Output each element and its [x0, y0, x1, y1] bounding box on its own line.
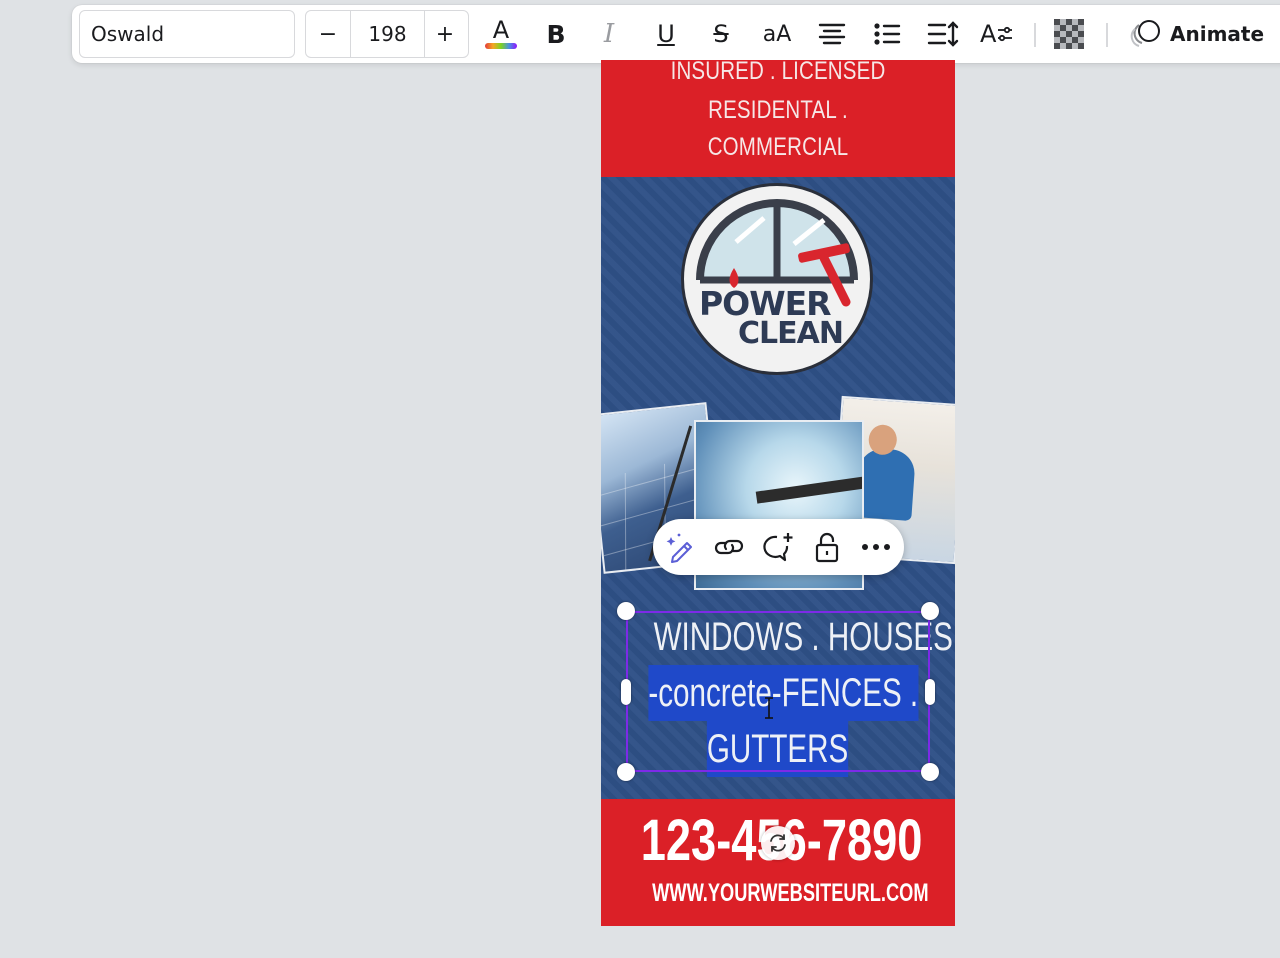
animate-button[interactable]: Animate	[1126, 13, 1270, 55]
floating-toolbar	[653, 519, 904, 575]
color-swatch-bar	[485, 43, 517, 49]
bullet-list-icon	[874, 23, 901, 45]
add-comment-icon	[763, 533, 793, 562]
font-family-select[interactable]: Oswald	[79, 10, 295, 58]
link-button[interactable]	[709, 528, 749, 566]
resize-handle-left[interactable]	[621, 679, 631, 705]
spacing-button[interactable]	[922, 13, 964, 55]
text-effects-icon: A	[980, 20, 1014, 48]
align-center-icon	[818, 23, 846, 45]
text-selection-box[interactable]	[626, 611, 930, 772]
italic-icon: I	[603, 19, 615, 49]
list-button[interactable]	[866, 13, 908, 55]
lock-icon	[815, 532, 839, 563]
banner-line: COMMERCIAL	[707, 133, 849, 161]
text-color-icon: A	[492, 16, 510, 44]
banner-line: INSURED . LICENSED	[670, 60, 886, 85]
text-color-button[interactable]: A	[480, 13, 522, 55]
bold-icon: B	[546, 19, 566, 49]
bold-button[interactable]: B	[535, 13, 577, 55]
rotate-icon	[770, 834, 786, 852]
animate-icon	[1130, 20, 1160, 47]
strikethrough-icon: S	[713, 20, 729, 48]
letter-case-button[interactable]: aA	[756, 13, 798, 55]
squeegee-blade	[755, 476, 862, 504]
magic-edit-icon	[666, 533, 692, 563]
resize-handle-top-right[interactable]	[921, 602, 939, 620]
text-cursor-icon	[765, 697, 773, 719]
font-family-value: Oswald	[91, 22, 165, 46]
font-size-control: − 198 +	[305, 10, 469, 58]
rotate-handle[interactable]	[761, 826, 795, 860]
strikethrough-button[interactable]: S	[700, 13, 742, 55]
more-icon	[862, 544, 890, 550]
link-icon	[714, 539, 744, 555]
effects-button[interactable]: A	[976, 13, 1018, 55]
logo-clean-text: CLEAN	[738, 316, 844, 351]
font-size-input[interactable]: 198	[351, 11, 424, 57]
website-url: WWW.YOURWEBSITEURL.COM	[652, 879, 929, 907]
banner-line: RESIDENTAL .	[708, 96, 848, 124]
divider	[1106, 23, 1108, 47]
resize-handle-bottom-right[interactable]	[921, 763, 939, 781]
worker-figure	[855, 447, 917, 521]
lock-button[interactable]	[807, 528, 847, 566]
resize-handle-bottom-left[interactable]	[617, 763, 635, 781]
contact-banner[interactable]: 123-456-7890 WWW.YOURWEBSITEURL.COM	[601, 799, 955, 926]
top-banner[interactable]: INSURED . LICENSED RESIDENTAL . COMMERCI…	[601, 60, 955, 177]
design-page[interactable]: INSURED . LICENSED RESIDENTAL . COMMERCI…	[601, 60, 955, 926]
increase-font-size-button[interactable]: +	[430, 19, 460, 49]
underline-icon: U	[657, 20, 675, 48]
resize-handle-top-left[interactable]	[617, 602, 635, 620]
power-clean-logo[interactable]: POWER CLEAN	[681, 183, 873, 375]
resize-handle-right[interactable]	[925, 679, 935, 705]
magic-edit-button[interactable]	[661, 528, 701, 566]
transparency-button[interactable]	[1048, 13, 1090, 55]
underline-button[interactable]: U	[645, 13, 687, 55]
decrease-font-size-button[interactable]: −	[313, 19, 343, 49]
divider	[424, 11, 425, 57]
more-options-button[interactable]	[856, 528, 896, 566]
line-spacing-icon	[927, 21, 959, 47]
align-button[interactable]	[811, 13, 853, 55]
text-toolbar: Oswald − 198 + A B I U S aA A Animate	[72, 5, 1280, 63]
italic-button[interactable]: I	[588, 13, 630, 55]
letter-case-icon: aA	[762, 21, 792, 47]
transparency-icon	[1054, 19, 1084, 49]
add-comment-button[interactable]	[758, 528, 798, 566]
animate-label: Animate	[1170, 22, 1265, 46]
divider	[1034, 23, 1036, 47]
